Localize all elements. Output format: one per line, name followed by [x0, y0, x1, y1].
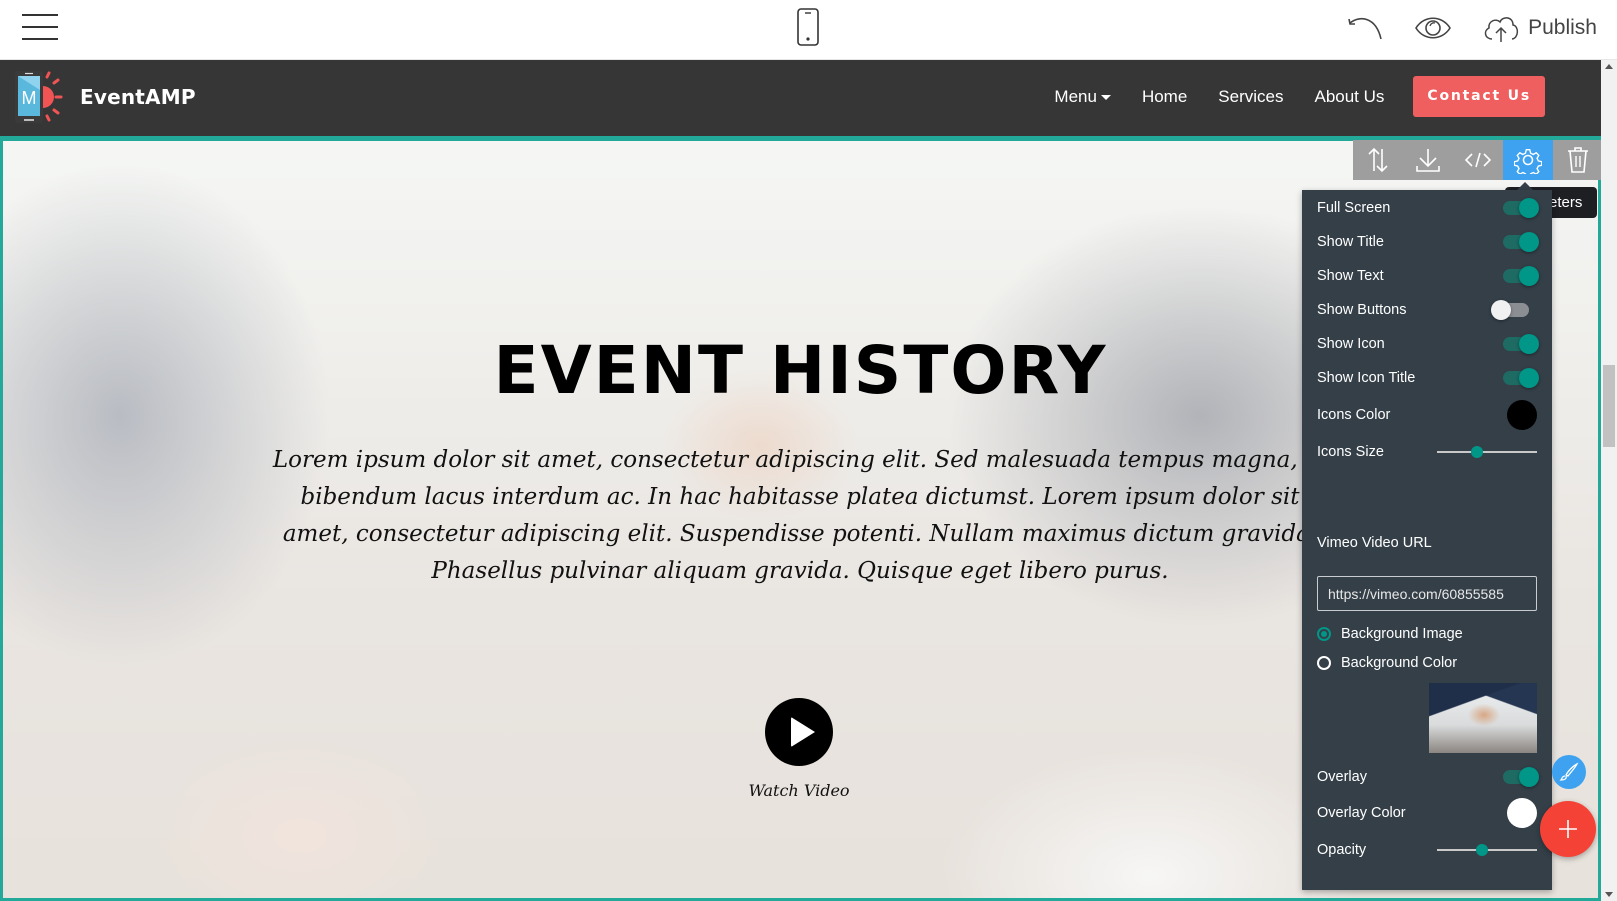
publish-button[interactable]: Publish	[1482, 13, 1597, 43]
reorder-arrows-icon	[1368, 147, 1388, 173]
show-icon-title-toggle[interactable]	[1503, 368, 1539, 388]
param-label: Show Text	[1317, 268, 1384, 284]
nav-menu-dropdown[interactable]: Menu	[1054, 87, 1111, 107]
block-parameters-panel: Full Screen Show Title Show Text Show Bu…	[1302, 190, 1552, 890]
background-image-option[interactable]: Background Image	[1317, 626, 1463, 642]
save-block-button[interactable]	[1403, 140, 1453, 180]
nav-services[interactable]: Services	[1218, 87, 1283, 107]
param-label: Overlay Color	[1317, 805, 1406, 821]
publish-label: Publish	[1528, 15, 1597, 39]
block-parameters-button[interactable]	[1503, 140, 1553, 180]
full-screen-toggle[interactable]	[1503, 198, 1539, 218]
gear-icon	[1514, 149, 1542, 174]
opacity-slider[interactable]	[1437, 842, 1537, 858]
background-color-label: Background Color	[1341, 655, 1458, 671]
site-navbar: M EventAMP Menu Home Services About Us C…	[0, 60, 1601, 136]
undo-icon[interactable]	[1346, 13, 1384, 43]
radio-checked[interactable]	[1317, 627, 1331, 641]
cloud-upload-icon	[1484, 16, 1519, 42]
param-label: Show Buttons	[1317, 302, 1407, 318]
panel-pointer	[1517, 182, 1533, 190]
param-label: Opacity	[1317, 842, 1367, 858]
plus-icon	[1559, 820, 1577, 838]
hero-text[interactable]: Lorem ipsum dolor sit amet, consectetur …	[268, 442, 1332, 590]
param-show-icon: Show Icon	[1317, 334, 1539, 354]
delete-block-button[interactable]	[1553, 140, 1601, 180]
watch-video-label[interactable]: Watch Video	[700, 781, 898, 800]
move-block-button[interactable]	[1353, 140, 1403, 180]
param-label: Show Icon	[1317, 336, 1385, 352]
nav-home[interactable]: Home	[1142, 87, 1187, 107]
scrollbar-thumb[interactable]	[1603, 365, 1615, 447]
trash-icon	[1568, 147, 1588, 173]
param-show-buttons: Show Buttons	[1317, 300, 1537, 320]
background-image-thumbnail[interactable]	[1429, 683, 1537, 753]
play-icon[interactable]	[765, 698, 833, 766]
param-overlay: Overlay	[1317, 767, 1539, 787]
mobile-phone-icon[interactable]	[795, 8, 821, 46]
param-show-title: Show Title	[1317, 232, 1539, 252]
show-text-toggle[interactable]	[1503, 266, 1539, 286]
edit-code-button[interactable]	[1453, 140, 1503, 180]
param-opacity: Opacity	[1317, 842, 1537, 858]
nav-about-us[interactable]: About Us	[1314, 87, 1384, 107]
show-icon-toggle[interactable]	[1503, 334, 1539, 354]
icons-size-slider[interactable]	[1437, 444, 1537, 460]
background-color-option[interactable]: Background Color	[1317, 655, 1457, 671]
theme-style-button[interactable]	[1552, 755, 1586, 789]
contact-us-button[interactable]: Contact Us	[1413, 76, 1545, 117]
brand[interactable]: M EventAMP	[14, 70, 196, 124]
hamburger-icon[interactable]	[22, 13, 58, 41]
download-icon	[1416, 149, 1440, 172]
eye-icon[interactable]	[1414, 13, 1452, 43]
icons-color-swatch[interactable]	[1507, 400, 1537, 430]
show-buttons-toggle[interactable]	[1491, 300, 1529, 320]
param-icons-color: Icons Color	[1317, 400, 1537, 430]
scroll-down-icon[interactable]	[1605, 892, 1613, 897]
add-block-button[interactable]	[1540, 801, 1596, 857]
page-scrollbar[interactable]	[1601, 60, 1617, 901]
radio-unchecked[interactable]	[1317, 656, 1331, 670]
param-full-screen: Full Screen	[1317, 198, 1539, 218]
param-overlay-color: Overlay Color	[1317, 798, 1537, 828]
scroll-up-icon[interactable]	[1605, 64, 1613, 69]
paint-brush-icon	[1559, 762, 1579, 781]
nav-links: Menu Home Services About Us Contact Us	[1054, 76, 1545, 117]
param-icons-size: Icons Size	[1317, 444, 1537, 460]
nav-menu-label: Menu	[1054, 86, 1097, 106]
param-label: Overlay	[1317, 769, 1367, 785]
block-toolbar	[1353, 140, 1601, 180]
param-vimeo-label: Vimeo Video URL	[1317, 535, 1537, 551]
background-image-label: Background Image	[1341, 626, 1463, 642]
overlay-color-swatch[interactable]	[1507, 798, 1537, 828]
vimeo-url-label: Vimeo Video URL	[1317, 535, 1432, 551]
site-preview: M EventAMP Menu Home Services About Us C…	[0, 60, 1601, 901]
show-title-toggle[interactable]	[1503, 232, 1539, 252]
param-show-text: Show Text	[1317, 266, 1539, 286]
brand-logo: M	[14, 70, 64, 124]
code-icon	[1464, 152, 1492, 168]
param-label: Full Screen	[1317, 200, 1391, 216]
svg-text:M: M	[22, 88, 37, 108]
param-label: Icons Size	[1317, 444, 1384, 460]
caret-down-icon	[1100, 94, 1111, 100]
param-label: Icons Color	[1317, 407, 1391, 423]
vimeo-url-input[interactable]	[1317, 576, 1537, 611]
brand-name: EventAMP	[80, 85, 196, 109]
editor-toolbar: Publish	[0, 0, 1617, 60]
param-label: Show Title	[1317, 234, 1384, 250]
overlay-toggle[interactable]	[1503, 767, 1539, 787]
param-show-icon-title: Show Icon Title	[1317, 368, 1539, 388]
param-label: Show Icon Title	[1317, 370, 1416, 386]
